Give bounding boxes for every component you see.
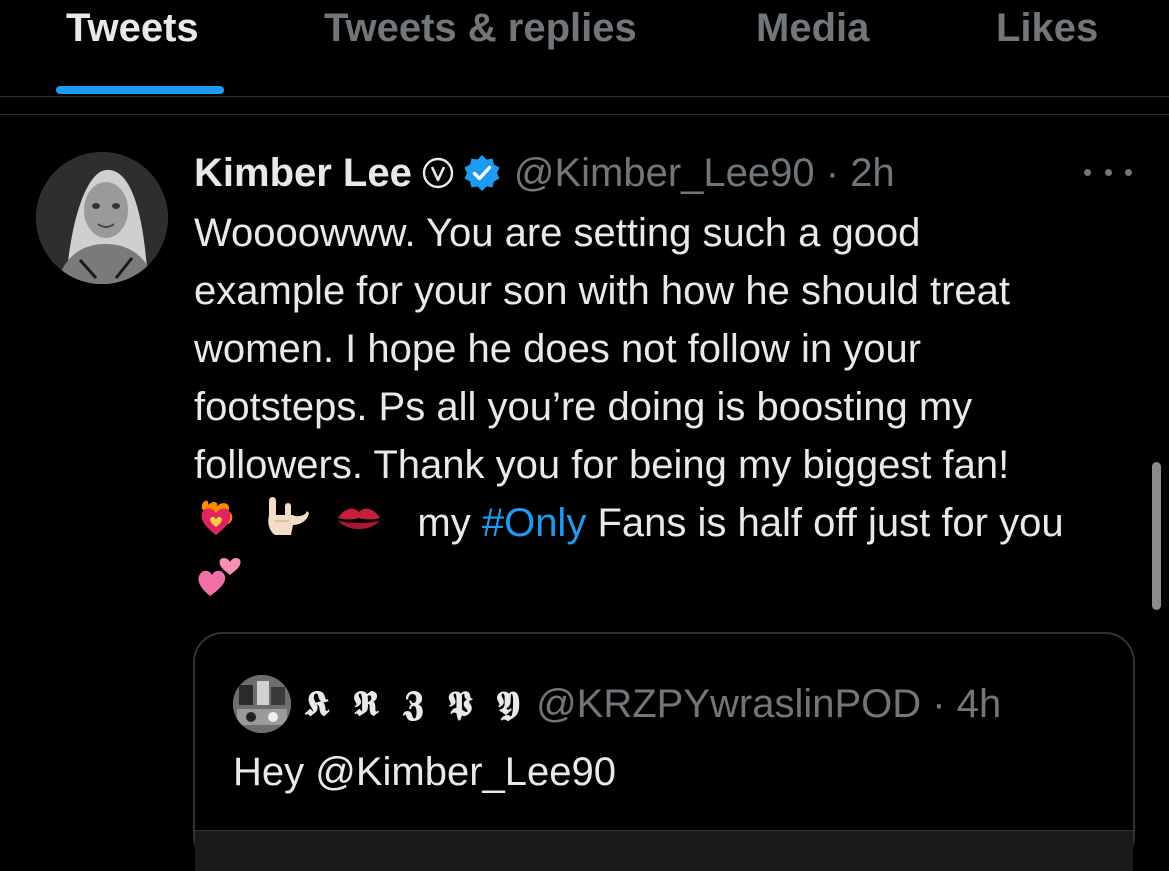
author-avatar[interactable] <box>36 152 168 284</box>
hashtag-link[interactable]: #Only <box>482 501 587 545</box>
tweet-divider <box>0 114 1169 115</box>
two-hearts-emoji <box>194 552 242 614</box>
verified-check-icon <box>462 153 502 193</box>
tweet-text-line: footsteps. Ps all you’re doing is boosti… <box>194 385 973 429</box>
tweet-text-line: Woooowww. You are setting such a good <box>194 211 921 255</box>
quoted-author-handle-time[interactable]: @KRZPYwraslinPOD · 4h <box>536 682 1001 727</box>
tweet-text-line: women. I hope he does not follow in your <box>194 327 922 371</box>
more-dots-icon[interactable] <box>1084 160 1132 184</box>
tab-tweets-replies[interactable]: Tweets & replies <box>324 6 637 51</box>
tweet-header: Kimber Lee @Kimber_Lee90 · 2h <box>194 148 895 198</box>
tweet-text-line: followers. Thank you for being my bigges… <box>194 443 1010 487</box>
author-name[interactable]: Kimber Lee <box>194 151 412 196</box>
kiss-mark-emoji <box>334 496 384 554</box>
author-handle-time[interactable]: @Kimber_Lee90 · 2h <box>514 151 895 196</box>
emoji-line-text-after: Fans is half off just for you <box>597 501 1064 545</box>
v-circle-icon <box>422 157 454 189</box>
tab-likes[interactable]: Likes <box>996 6 1098 51</box>
active-tab-indicator <box>56 86 224 94</box>
tabs-divider <box>0 96 1169 97</box>
tweet-emoji-line: my #Only Fans is half off just for you <box>194 494 1154 552</box>
tweet-text-line: example for your son with how he should … <box>194 269 1010 313</box>
heart-on-fire-emoji <box>194 495 238 555</box>
quoted-tweet-media[interactable] <box>195 830 1133 871</box>
tab-tweets[interactable]: Tweets <box>66 6 199 51</box>
tweet-last-emoji-line <box>194 552 1154 610</box>
quoted-tweet-header: 𝕶 𝕽 𝖅 𝕻 𝖄 @KRZPYwraslinPOD · 4h <box>233 674 1001 734</box>
tweet-text: Woooowww. You are setting such a good ex… <box>194 204 1154 610</box>
tab-media[interactable]: Media <box>756 6 869 51</box>
profile-tabs: Tweets Tweets & replies Media Likes <box>0 0 1169 96</box>
emoji-line-text-before: my <box>417 501 471 545</box>
quoted-tweet[interactable]: 𝕶 𝕽 𝖅 𝕻 𝖄 @KRZPYwraslinPOD · 4h Hey @Kim… <box>193 632 1135 871</box>
scrollbar[interactable] <box>1152 462 1161 610</box>
love-you-gesture-emoji <box>261 495 311 555</box>
quoted-author-avatar[interactable] <box>233 675 291 733</box>
quoted-tweet-text: Hey @Kimber_Lee90 <box>233 750 617 794</box>
quoted-author-name[interactable]: 𝕶 𝕽 𝖅 𝕻 𝖄 <box>305 684 526 724</box>
